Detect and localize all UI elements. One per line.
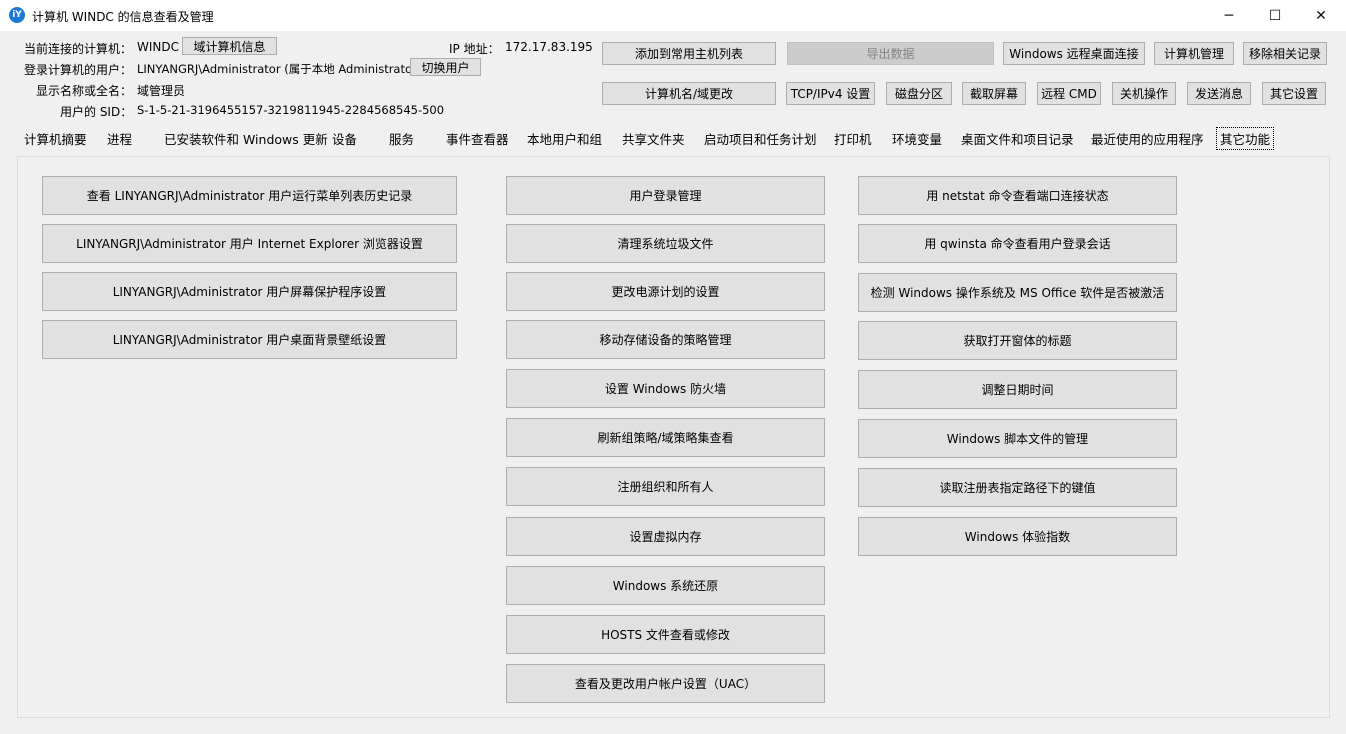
registered-owner-button[interactable]: 注册组织和所有人 [506, 467, 825, 506]
title-bar: iY 计算机 WINDC 的信息查看及管理 ─ ☐ ✕ [0, 0, 1346, 32]
remote-cmd-button[interactable]: 远程 CMD [1037, 82, 1101, 105]
qwinsta-button[interactable]: 用 qwinsta 命令查看用户登录会话 [858, 224, 1177, 263]
remove-records-button[interactable]: 移除相关记录 [1243, 42, 1327, 65]
firewall-button[interactable]: 设置 Windows 防火墙 [506, 369, 825, 408]
run-history-button[interactable]: 查看 LINYANGRJ\Administrator 用户运行菜单列表历史记录 [42, 176, 457, 215]
tab-processes[interactable]: 进程 [107, 129, 132, 148]
computer-manage-button[interactable]: 计算机管理 [1154, 42, 1234, 65]
hosts-file-button[interactable]: HOSTS 文件查看或修改 [506, 615, 825, 654]
system-restore-button[interactable]: Windows 系统还原 [506, 566, 825, 605]
display-name-value: 域管理员 [137, 84, 186, 98]
uac-settings-button[interactable]: 查看及更改用户帐户设置（UAC） [506, 664, 825, 703]
virtual-memory-button[interactable]: 设置虚拟内存 [506, 517, 825, 556]
wallpaper-settings-button[interactable]: LINYANGRJ\Administrator 用户桌面背景壁纸设置 [42, 320, 457, 359]
ie-settings-button[interactable]: LINYANGRJ\Administrator 用户 Internet Expl… [42, 224, 457, 263]
shutdown-button[interactable]: 关机操作 [1112, 82, 1176, 105]
sid-value: S-1-5-21-3196455157-3219811945-228456854… [137, 103, 445, 117]
screenshot-button[interactable]: 截取屏幕 [962, 82, 1026, 105]
script-files-button[interactable]: Windows 脚本文件的管理 [858, 419, 1177, 458]
send-message-button[interactable]: 发送消息 [1187, 82, 1251, 105]
tab-env-vars[interactable]: 环境变量 [892, 129, 942, 148]
user-value: LINYANGRJ\Administrator (属于本地 Administra… [137, 62, 443, 76]
app-logo-icon: iY [9, 7, 25, 23]
tcp-settings-button[interactable]: TCP/IPv4 设置 [786, 82, 875, 105]
tab-shared-folders[interactable]: 共享文件夹 [622, 129, 685, 148]
registry-value-button[interactable]: 读取注册表指定路径下的键值 [858, 468, 1177, 507]
tab-desktop-files[interactable]: 桌面文件和项目记录 [961, 129, 1074, 148]
activation-check-button[interactable]: 检测 Windows 操作系统及 MS Office 软件是否被激活 [858, 273, 1177, 312]
clean-junk-button[interactable]: 清理系统垃圾文件 [506, 224, 825, 263]
tab-other-functions[interactable]: 其它功能 [1216, 127, 1275, 150]
user-label: 登录计算机的用户： [24, 63, 133, 77]
minimize-icon[interactable]: ─ [1206, 0, 1252, 31]
domain-info-button[interactable]: 域计算机信息 [182, 37, 277, 55]
screensaver-settings-button[interactable]: LINYANGRJ\Administrator 用户屏幕保护程序设置 [42, 272, 457, 311]
rename-computer-button[interactable]: 计算机名/域更改 [602, 82, 776, 105]
maximize-icon[interactable]: ☐ [1252, 0, 1298, 31]
computer-label: 当前连接的计算机： [24, 42, 133, 56]
netstat-button[interactable]: 用 netstat 命令查看端口连接状态 [858, 176, 1177, 215]
ip-value: 172.17.83.195 [505, 40, 593, 54]
power-plan-button[interactable]: 更改电源计划的设置 [506, 272, 825, 311]
window-title: 计算机 WINDC 的信息查看及管理 [32, 10, 214, 24]
window-titles-button[interactable]: 获取打开窗体的标题 [858, 321, 1177, 360]
tab-services[interactable]: 服务 [389, 129, 414, 148]
removable-storage-button[interactable]: 移动存储设备的策略管理 [506, 320, 825, 359]
computer-value: WINDC [137, 40, 179, 54]
switch-user-button[interactable]: 切换用户 [410, 58, 481, 76]
group-policy-button[interactable]: 刷新组策略/域策略集查看 [506, 418, 825, 457]
tab-summary[interactable]: 计算机摘要 [24, 129, 87, 148]
close-icon[interactable]: ✕ [1298, 0, 1344, 31]
login-manage-button[interactable]: 用户登录管理 [506, 176, 825, 215]
disk-partition-button[interactable]: 磁盘分区 [886, 82, 952, 105]
tab-printers[interactable]: 打印机 [834, 129, 872, 148]
display-name-label: 显示名称或全名： [36, 84, 133, 98]
other-settings-button[interactable]: 其它设置 [1262, 82, 1326, 105]
remote-desktop-button[interactable]: Windows 远程桌面连接 [1003, 42, 1145, 65]
tab-event-viewer[interactable]: 事件查看器 [446, 129, 509, 148]
tab-recent-apps[interactable]: 最近使用的应用程序 [1091, 129, 1204, 148]
tab-startup-tasks[interactable]: 启动项目和任务计划 [704, 129, 817, 148]
ip-label: IP 地址： [449, 42, 500, 56]
tab-local-users[interactable]: 本地用户和组 [527, 129, 602, 148]
experience-index-button[interactable]: Windows 体验指数 [858, 517, 1177, 556]
tab-installed-software[interactable]: 已安装软件和 Windows 更新 [164, 129, 328, 148]
add-to-list-button[interactable]: 添加到常用主机列表 [602, 42, 776, 65]
export-data-button[interactable]: 导出数据 [787, 42, 994, 65]
date-time-button[interactable]: 调整日期时间 [858, 370, 1177, 409]
tab-devices[interactable]: 设备 [332, 129, 357, 148]
sid-label: 用户的 SID： [60, 105, 133, 119]
